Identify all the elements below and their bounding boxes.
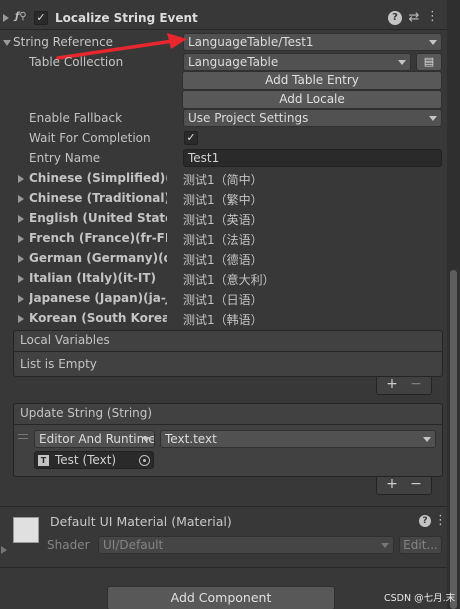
chevron-down-icon — [381, 543, 389, 548]
material-title: Default UI Material (Material) — [50, 514, 232, 529]
string-reference-value: LanguageTable/Test1 — [188, 35, 314, 49]
table-collection-open-button[interactable]: ▤ — [416, 53, 442, 71]
picker-icon[interactable] — [139, 455, 150, 466]
locale-foldout[interactable] — [18, 315, 24, 323]
locale-name: Japanese (Japan)(ja-JI — [29, 291, 167, 305]
locale-row[interactable]: Chinese (Simplified)(zh 测试1（简中） — [0, 169, 447, 189]
kebab-icon[interactable]: ⋮ — [426, 9, 439, 24]
local-variables-box: Local Variables List is Empty — [13, 330, 443, 377]
runtime-mode-dropdown[interactable]: Editor And Runtime — [34, 430, 155, 448]
locale-row[interactable]: Italian (Italy)(it-IT) 测试1（意大利） — [0, 269, 447, 289]
locale-foldout[interactable] — [18, 295, 24, 303]
locale-list: Chinese (Simplified)(zh 测试1（简中） Chinese … — [0, 169, 447, 329]
locale-foldout[interactable] — [18, 275, 24, 283]
locale-foldout[interactable] — [18, 215, 24, 223]
kebab-icon[interactable]: ⋮ — [434, 513, 447, 528]
enable-fallback-dropdown[interactable]: Use Project Settings — [183, 109, 442, 127]
locale-value: 测试1（德语） — [183, 253, 263, 267]
wait-for-completion-label: Wait For Completion — [29, 131, 151, 145]
function-dropdown[interactable]: Text.text — [160, 430, 436, 448]
component-header: ƒ⚲ ✓ Localize String Event ? ⇄ ⋮ — [0, 8, 447, 28]
vertical-scrollbar[interactable] — [447, 0, 460, 609]
update-string-box: Update String (String) Editor And Runtim… — [13, 403, 443, 477]
function-value: Text.text — [165, 432, 217, 446]
locale-foldout[interactable] — [18, 235, 24, 243]
string-reference-foldout[interactable] — [3, 40, 11, 46]
chevron-down-icon — [429, 40, 437, 45]
chevron-down-icon — [429, 116, 437, 121]
locale-name: English (United States) — [29, 211, 167, 225]
add-locale-button[interactable]: Add Locale — [182, 90, 442, 109]
shader-value: UI/Default — [103, 538, 164, 552]
add-icon[interactable]: + — [383, 476, 401, 492]
locale-foldout[interactable] — [18, 255, 24, 263]
wait-for-completion-checkbox[interactable]: ✓ — [184, 131, 198, 145]
entry-name-input[interactable]: Test1 — [183, 149, 442, 167]
shader-label: Shader — [47, 538, 90, 552]
local-variables-header: Local Variables — [20, 333, 110, 347]
locale-value: 测试1（英语） — [183, 213, 263, 227]
chevron-down-icon — [398, 60, 406, 65]
locale-row[interactable]: Chinese (Traditional)(zl 测试1（繁中） — [0, 189, 447, 209]
help-icon[interactable]: ? — [388, 11, 402, 25]
event-list-controls: + − — [376, 476, 432, 495]
string-reference-dropdown[interactable]: LanguageTable/Test1 — [183, 33, 442, 51]
locale-value: 测试1（意大利） — [183, 273, 275, 287]
add-component-button[interactable]: Add Component — [107, 586, 335, 609]
add-icon[interactable]: + — [383, 376, 401, 392]
table-window-icon: ▤ — [423, 55, 435, 68]
component-title: Localize String Event — [55, 11, 198, 25]
watermark: CSDN @七月.末 — [384, 593, 456, 604]
locale-value: 测试1（韩语） — [183, 313, 263, 327]
table-collection-value: LanguageTable — [188, 55, 279, 69]
locale-value: 测试1（简中） — [183, 173, 263, 187]
locale-foldout[interactable] — [18, 195, 24, 203]
locale-foldout[interactable] — [18, 175, 24, 183]
target-object-field[interactable]: T Test (Text) — [34, 451, 154, 469]
locale-row[interactable]: French (France)(fr-FR) 测试1（法语） — [0, 229, 447, 249]
locale-name: Chinese (Traditional)(zl — [29, 191, 167, 205]
runtime-mode-value: Editor And Runtime — [39, 432, 155, 446]
locale-value: 测试1（繁中） — [183, 193, 263, 207]
target-object-value: Test (Text) — [55, 453, 117, 467]
locale-row[interactable]: German (Germany)(de- 测试1（德语） — [0, 249, 447, 269]
update-string-header: Update String (String) — [20, 406, 153, 420]
remove-icon[interactable]: − — [407, 376, 425, 392]
list-empty-text: List is Empty — [20, 357, 97, 371]
add-table-entry-button[interactable]: Add Table Entry — [182, 71, 442, 90]
locale-name: Korean (South Korea)(k — [29, 311, 167, 325]
locale-value: 测试1（法语） — [183, 233, 263, 247]
material-preview — [13, 517, 39, 543]
locale-row[interactable]: Korean (South Korea)(k 测试1（韩语） — [0, 309, 447, 329]
locale-name: Chinese (Simplified)(zh — [29, 171, 167, 185]
text-component-icon: T — [38, 455, 49, 466]
drag-handle-icon[interactable] — [18, 434, 28, 439]
locale-value: 测试1（日语） — [183, 293, 263, 307]
help-icon[interactable]: ? — [419, 515, 431, 527]
entry-name-label: Entry Name — [29, 151, 101, 165]
locale-name: French (France)(fr-FR) — [29, 231, 167, 245]
shader-edit-button[interactable]: Edit... — [399, 536, 442, 554]
enable-fallback-value: Use Project Settings — [188, 111, 309, 125]
table-collection-dropdown[interactable]: LanguageTable — [183, 53, 411, 71]
table-collection-label: Table Collection — [29, 55, 124, 69]
script-icon: ƒ⚲ — [15, 11, 27, 22]
locale-row[interactable]: English (United States) 测试1（英语） — [0, 209, 447, 229]
enable-fallback-label: Enable Fallback — [29, 111, 123, 125]
component-foldout[interactable] — [3, 14, 9, 22]
locale-name: Italian (Italy)(it-IT) — [29, 271, 156, 285]
shader-dropdown[interactable]: UI/Default — [98, 536, 394, 554]
remove-icon[interactable]: − — [407, 476, 425, 492]
locale-name: German (Germany)(de- — [29, 251, 167, 265]
preset-icon[interactable]: ⇄ — [407, 10, 421, 25]
material-foldout[interactable] — [1, 546, 7, 554]
chevron-down-icon — [142, 437, 150, 442]
list-controls: + − — [376, 376, 432, 395]
chevron-down-icon — [423, 437, 431, 442]
component-enabled-checkbox[interactable]: ✓ — [34, 11, 48, 25]
scrollbar-thumb[interactable] — [450, 270, 457, 609]
locale-row[interactable]: Japanese (Japan)(ja-JI 测试1（日语） — [0, 289, 447, 309]
